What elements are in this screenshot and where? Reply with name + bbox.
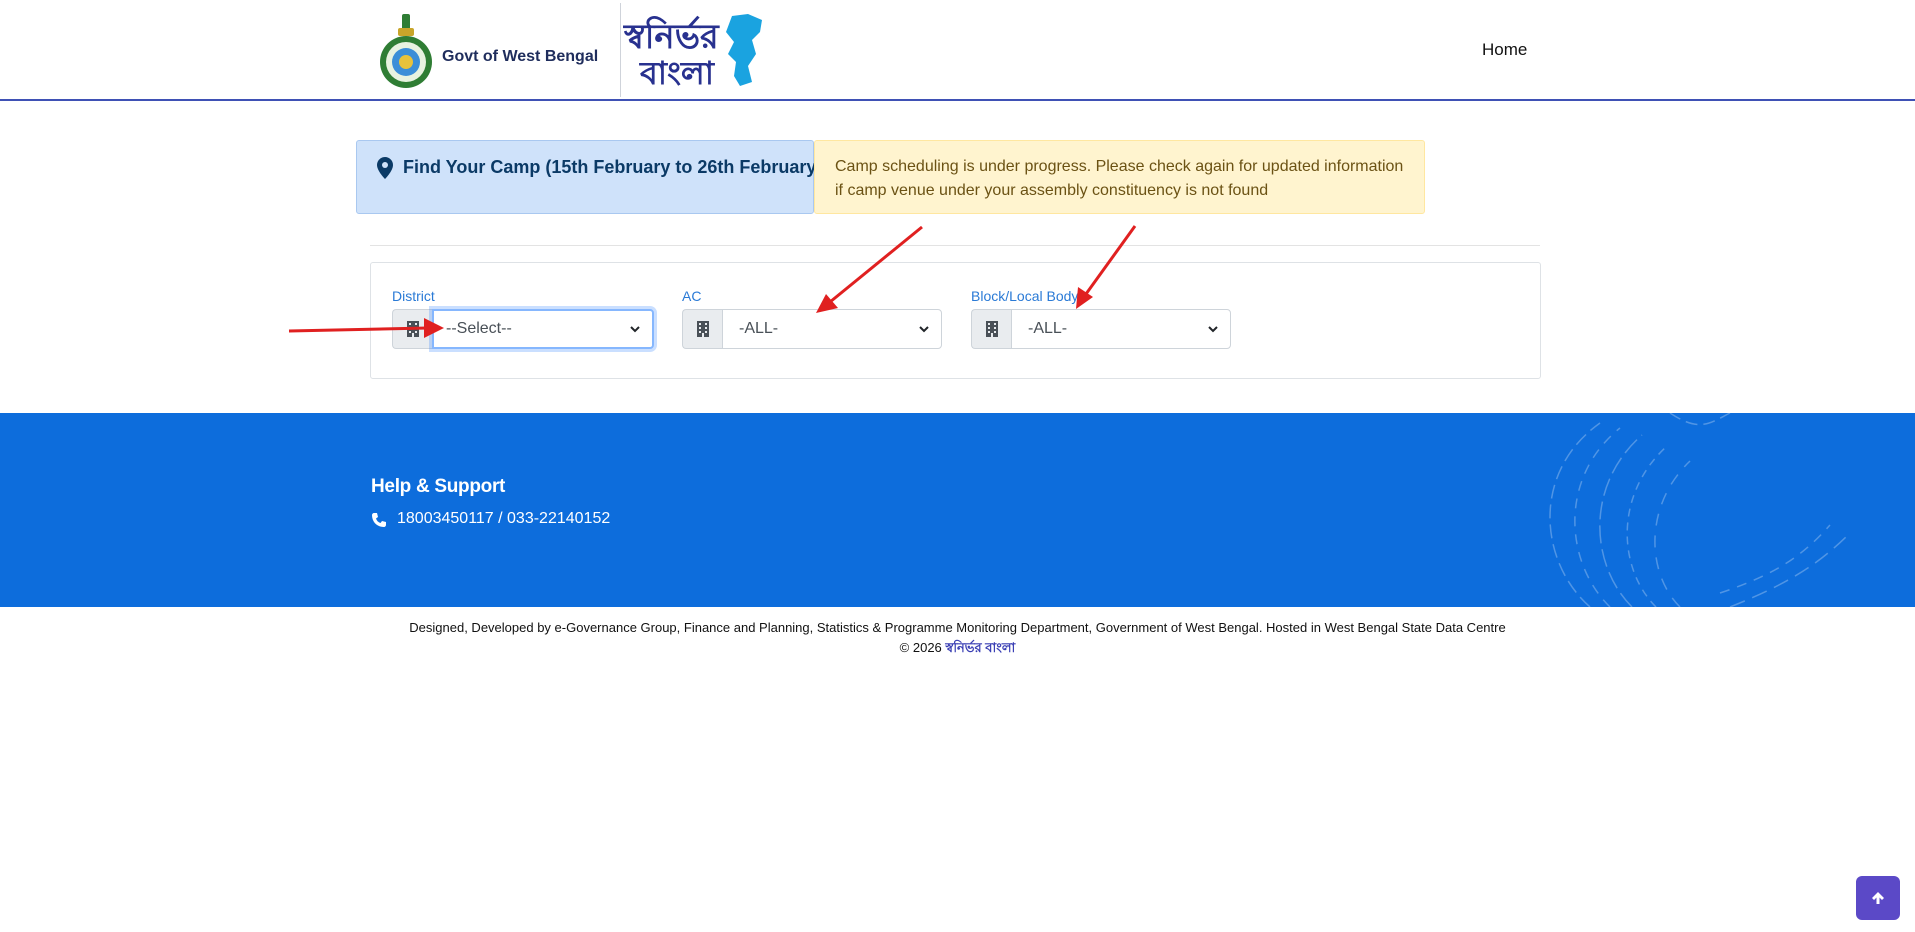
copyright-brand: স্বনির্ভর বাংলা: [945, 640, 1016, 655]
header-divider: [620, 3, 621, 97]
arrow-up-icon: [1872, 892, 1884, 904]
ac-select-value: -ALL-: [739, 320, 779, 337]
govt-name: Govt of West Bengal: [442, 48, 599, 65]
ac-label: AC: [682, 288, 702, 304]
district-label: District: [392, 288, 435, 304]
ac-select[interactable]: -ALL-: [722, 309, 942, 349]
building-icon: [971, 309, 1011, 349]
credits: Designed, Developed by e-Governance Grou…: [0, 618, 1915, 658]
brand-line-2: বাংলা: [639, 54, 716, 90]
district-select[interactable]: --Select--: [432, 309, 654, 349]
block-select[interactable]: -ALL-: [1011, 309, 1231, 349]
block-label: Block/Local Body: [971, 288, 1079, 304]
find-camp-title: Find Your Camp (15th February to 26th Fe…: [403, 157, 823, 177]
schedule-notice: Camp scheduling is under progress. Pleas…: [814, 140, 1425, 214]
ac-input-group: -ALL-: [682, 309, 942, 349]
help-support-title: Help & Support: [371, 476, 506, 497]
filter-card: District --Select-- AC -ALL- Block/Local…: [370, 262, 1541, 379]
support-phone[interactable]: 18003450117 / 033-22140152: [397, 510, 610, 528]
map-pin-icon: [377, 157, 393, 179]
credits-line: Designed, Developed by e-Governance Grou…: [409, 620, 1506, 635]
govt-emblem-icon: [380, 14, 432, 88]
copyright-line: © 2026 স্বনির্ভর বাংলা: [0, 638, 1915, 658]
building-icon: [682, 309, 722, 349]
chevron-down-icon: [630, 326, 640, 333]
brand-logo-icon[interactable]: স্বনির্ভর বাংলা: [622, 10, 768, 90]
decorative-swirl: [1549, 413, 1851, 607]
scroll-to-top-button[interactable]: [1856, 876, 1900, 920]
building-icon: [392, 309, 432, 349]
block-input-group: -ALL-: [971, 309, 1231, 349]
chevron-down-icon: [1208, 326, 1218, 333]
district-select-value: --Select--: [446, 320, 512, 337]
chevron-down-icon: [919, 326, 929, 333]
find-camp-banner: Find Your Camp (15th February to 26th Fe…: [356, 140, 822, 214]
nav-home-link[interactable]: Home: [1482, 40, 1527, 60]
site-footer: Help & Support 18003450117 / 033-2214015…: [0, 413, 1915, 607]
copyright-text: © 2026: [899, 640, 942, 655]
block-select-value: -ALL-: [1028, 320, 1068, 337]
site-header: Govt of West Bengal স্বনির্ভর বাংলা Home: [0, 0, 1915, 101]
district-input-group: --Select--: [392, 309, 654, 349]
brand-line-1: স্বনির্ভর: [623, 15, 720, 57]
section-divider: [370, 245, 1540, 246]
phone-icon: [372, 513, 386, 527]
